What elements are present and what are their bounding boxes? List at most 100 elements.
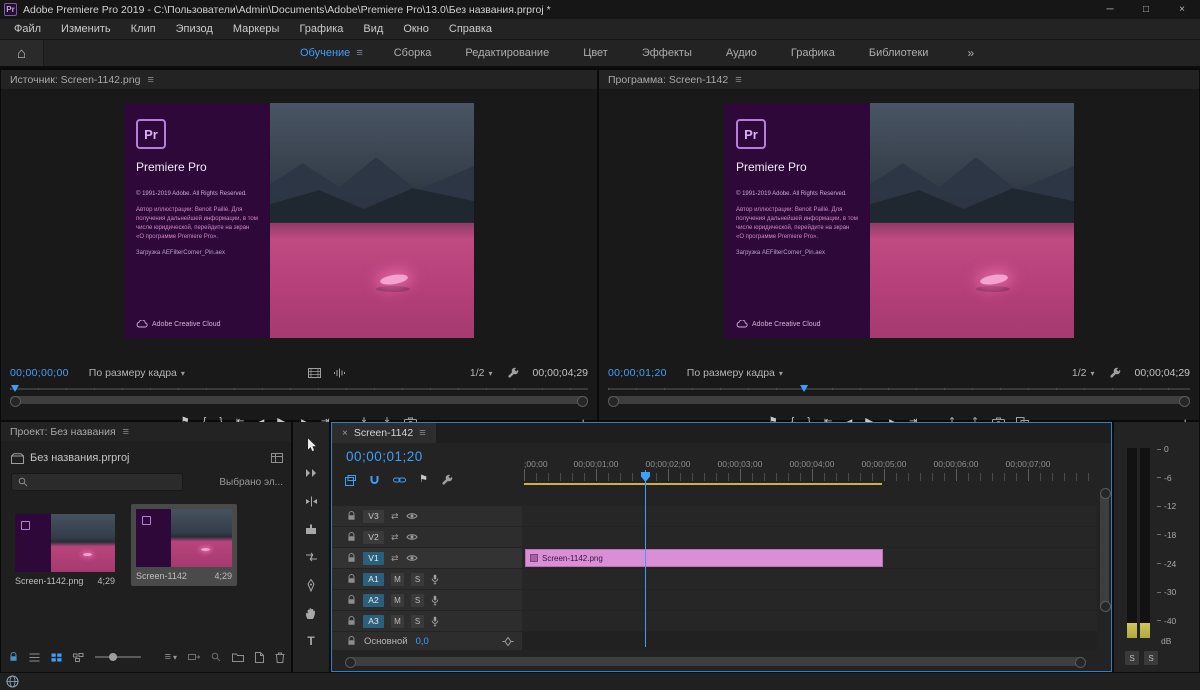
track-output-eye-icon[interactable] [406, 554, 418, 562]
track-lock-icon[interactable] [347, 553, 356, 563]
program-fit-dropdown[interactable]: По размеру кадра ▾ [687, 367, 783, 379]
search-input[interactable] [33, 477, 176, 488]
sync-status-globe-icon[interactable] [6, 675, 19, 688]
mute-button[interactable]: M [391, 573, 404, 586]
track-lane-a2[interactable] [522, 590, 1097, 610]
project-writable-icon[interactable] [9, 652, 18, 662]
menu-graphics[interactable]: Графика [289, 23, 353, 35]
automate-to-sequence-button[interactable] [188, 652, 200, 662]
master-track-lane[interactable] [522, 632, 1097, 650]
delete-trash-button[interactable] [275, 652, 285, 663]
track-header-a3[interactable]: A3 M S [332, 611, 522, 631]
project-panel-header[interactable]: Проект: Без названия ≡ [1, 422, 291, 441]
pen-tool[interactable] [302, 578, 320, 592]
new-item-button[interactable] [255, 652, 264, 663]
project-file-row[interactable]: Без названия.prproj [11, 449, 283, 467]
sequence-tab-label[interactable]: Screen-1142 [354, 427, 413, 439]
track-lock-icon[interactable] [347, 595, 356, 605]
track-label-v2[interactable]: V2 [363, 531, 384, 544]
close-button[interactable]: × [1164, 0, 1200, 19]
track-header-a2[interactable]: A2 M S [332, 590, 522, 610]
home-button[interactable]: ⌂ [0, 40, 44, 66]
scrubber-track[interactable] [608, 388, 1190, 390]
voiceover-mic-icon[interactable] [431, 595, 439, 606]
hand-tool[interactable] [302, 606, 320, 620]
source-fit-dropdown[interactable]: По размеру кадра ▾ [89, 367, 185, 379]
track-lane-v1[interactable]: Screen-1142.png [522, 548, 1097, 568]
track-lane-a1[interactable] [522, 569, 1097, 589]
workspace-tab-audio[interactable]: Аудио [709, 40, 774, 66]
thumbnail-zoom-slider[interactable] [95, 656, 141, 658]
source-viewer[interactable]: Pr Premiere Pro © 1991-2019 Adobe. All R… [124, 103, 474, 338]
source-zoom-scrollbar[interactable] [10, 396, 588, 404]
timeline-settings-wrench-icon[interactable] [441, 474, 453, 486]
track-output-eye-icon[interactable] [406, 512, 418, 520]
menu-markers[interactable]: Маркеры [223, 23, 290, 35]
source-timecode[interactable]: 00;00;00;00 [10, 367, 69, 379]
close-sequence-icon[interactable]: × [342, 428, 348, 439]
ripple-edit-tool[interactable] [302, 494, 320, 508]
track-label-v3[interactable]: V3 [363, 510, 384, 523]
track-lock-icon[interactable] [347, 532, 356, 542]
track-output-eye-icon[interactable] [406, 533, 418, 541]
menu-view[interactable]: Вид [353, 23, 393, 35]
keyframe-nav-icon[interactable] [502, 637, 514, 646]
voiceover-mic-icon[interactable] [431, 574, 439, 585]
razor-tool[interactable] [302, 522, 320, 536]
linked-selection-icon[interactable] [393, 476, 406, 484]
track-label-a2[interactable]: A2 [363, 594, 384, 607]
workspace-overflow-button[interactable]: » [967, 46, 974, 60]
nest-toggle-icon[interactable] [345, 475, 356, 486]
project-item-sequence-selected[interactable]: Screen-1142 4;29 [131, 504, 237, 586]
drag-audio-icon[interactable] [333, 368, 346, 378]
timeline-ruler[interactable]: ;00;00 00;00;01;00 00;00;02;00 00;00;03;… [522, 443, 1097, 485]
program-monitor-header[interactable]: Программа: Screen-1142 ≡ [599, 70, 1199, 89]
scrubber-track[interactable] [10, 388, 588, 390]
list-view-button[interactable] [29, 653, 40, 662]
track-lock-icon[interactable] [347, 636, 356, 646]
timeline-timecode[interactable]: 00;00;01;20 [346, 449, 423, 464]
snap-magnet-icon[interactable] [369, 475, 380, 486]
freeform-view-button[interactable] [73, 653, 84, 662]
program-scrubber[interactable] [608, 386, 1190, 392]
panel-menu-icon[interactable]: ≡ [123, 426, 129, 438]
solo-button[interactable]: S [411, 594, 424, 607]
solo-left-button[interactable]: S [1125, 651, 1139, 665]
source-scrubber[interactable] [10, 386, 588, 392]
sequence-thumbnail[interactable] [136, 509, 232, 567]
track-header-v1[interactable]: V1 ⇄ [332, 548, 522, 568]
workspace-tab-graphics[interactable]: Графика [774, 40, 852, 66]
icon-view-button[interactable] [51, 653, 62, 662]
menu-file[interactable]: Файл [4, 23, 51, 35]
track-lock-icon[interactable] [347, 616, 356, 626]
menu-clip[interactable]: Клип [121, 23, 166, 35]
project-item-clip[interactable]: Screen-1142.png 4;29 [15, 514, 115, 586]
timeline-playhead[interactable] [645, 470, 646, 647]
sync-lock-icon[interactable]: ⇄ [391, 532, 399, 543]
new-bin-button[interactable] [232, 652, 244, 662]
timeline-horizontal-scrollbar[interactable] [346, 657, 1085, 666]
mute-button[interactable]: M [391, 594, 404, 607]
find-button[interactable] [211, 652, 221, 662]
settings-wrench-icon[interactable] [507, 367, 519, 379]
type-tool[interactable]: T [302, 634, 320, 648]
drag-video-icon[interactable] [308, 368, 321, 378]
track-header-a1[interactable]: A1 M S [332, 569, 522, 589]
track-lane-v3[interactable] [522, 506, 1097, 526]
selection-tool[interactable] [302, 438, 320, 452]
program-timecode[interactable]: 00;00;01;20 [608, 367, 667, 379]
menu-edit[interactable]: Изменить [51, 23, 121, 35]
voiceover-mic-icon[interactable] [431, 616, 439, 627]
mute-button[interactable]: M [391, 615, 404, 628]
program-resolution-dropdown[interactable]: 1/2 ▾ [1072, 367, 1095, 379]
program-zoom-scrollbar[interactable] [608, 396, 1190, 404]
menu-help[interactable]: Справка [439, 23, 502, 35]
timeline-vertical-scrollbar[interactable] [1100, 489, 1109, 611]
track-header-v2[interactable]: V2 ⇄ [332, 527, 522, 547]
track-lane-v2[interactable] [522, 527, 1097, 547]
sync-lock-icon[interactable]: ⇄ [391, 553, 399, 564]
solo-button[interactable]: S [411, 615, 424, 628]
item-name[interactable]: Screen-1142 [136, 571, 187, 581]
track-label-a3[interactable]: A3 [363, 615, 384, 628]
workspace-tab-learning[interactable]: Обучение [283, 40, 354, 66]
